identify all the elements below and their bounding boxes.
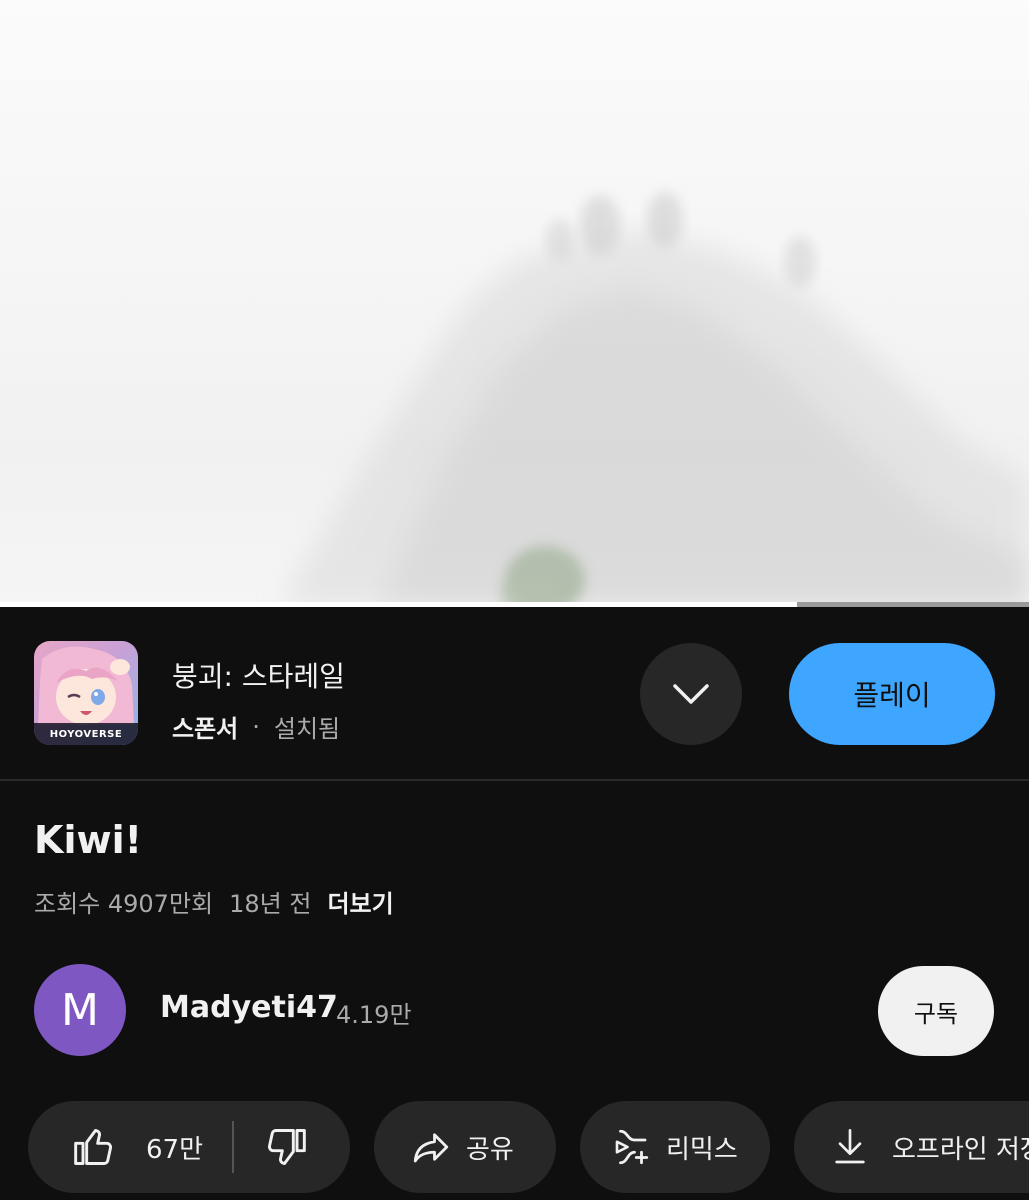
offline-save-label: 오프라인 저장: [892, 1134, 1029, 1165]
like-count: 67만: [146, 1134, 204, 1165]
remix-button[interactable]: 리믹스: [580, 1101, 770, 1193]
remix-label: 리믹스: [666, 1134, 738, 1165]
subscribe-button[interactable]: 구독: [878, 966, 994, 1056]
youtube-watch-page: HOYOVERSE 붕괴: 스타레일 스폰서 · 설치됨 플레이 Kiwi! 조…: [0, 0, 1029, 1200]
more-link[interactable]: 더보기: [327, 884, 393, 919]
chevron-down-icon: [671, 682, 711, 706]
offline-save-button[interactable]: 오프라인 저장: [794, 1101, 1029, 1193]
sponsored-app-ad[interactable]: HOYOVERSE 붕괴: 스타레일 스폰서 · 설치됨 플레이: [0, 607, 1029, 779]
meta-separator: ·: [252, 712, 260, 741]
like-dislike-chip: 67만: [28, 1101, 350, 1193]
video-frame-foggy-mountain: [280, 192, 1029, 605]
remix-icon: [610, 1126, 652, 1168]
sponsor-label: 스폰서: [172, 715, 239, 743]
ad-expand-button[interactable]: [640, 643, 742, 745]
view-count: 조회수 4907만회: [34, 890, 214, 918]
share-label: 공유: [466, 1134, 514, 1165]
install-status: 설치됨: [273, 715, 341, 743]
share-button[interactable]: 공유: [374, 1101, 556, 1193]
section-divider: [0, 779, 1029, 781]
upload-age: 18년 전: [229, 890, 312, 918]
thumbs-down-icon: [264, 1125, 308, 1169]
channel-name[interactable]: Madyeti47: [160, 990, 338, 1025]
share-icon: [410, 1126, 452, 1168]
like-button[interactable]: 67만: [28, 1101, 232, 1193]
subscriber-count: 4.19만: [336, 1001, 412, 1029]
ad-play-button[interactable]: 플레이: [789, 643, 995, 745]
video-meta[interactable]: 조회수 4907만회 18년 전 더보기: [34, 884, 394, 919]
dislike-button[interactable]: [234, 1101, 350, 1193]
thumbs-up-icon: [72, 1125, 116, 1169]
download-icon: [830, 1126, 870, 1168]
channel-avatar[interactable]: M: [34, 964, 126, 1056]
app-icon[interactable]: HOYOVERSE: [34, 641, 138, 745]
video-title[interactable]: Kiwi!: [34, 818, 142, 862]
ad-meta: 스폰서 · 설치됨: [172, 709, 340, 744]
publisher-logo: HOYOVERSE: [49, 728, 123, 740]
ad-app-title[interactable]: 붕괴: 스타레일: [172, 655, 345, 695]
video-player[interactable]: [0, 0, 1029, 605]
publisher-logo-bar: HOYOVERSE: [34, 723, 138, 745]
